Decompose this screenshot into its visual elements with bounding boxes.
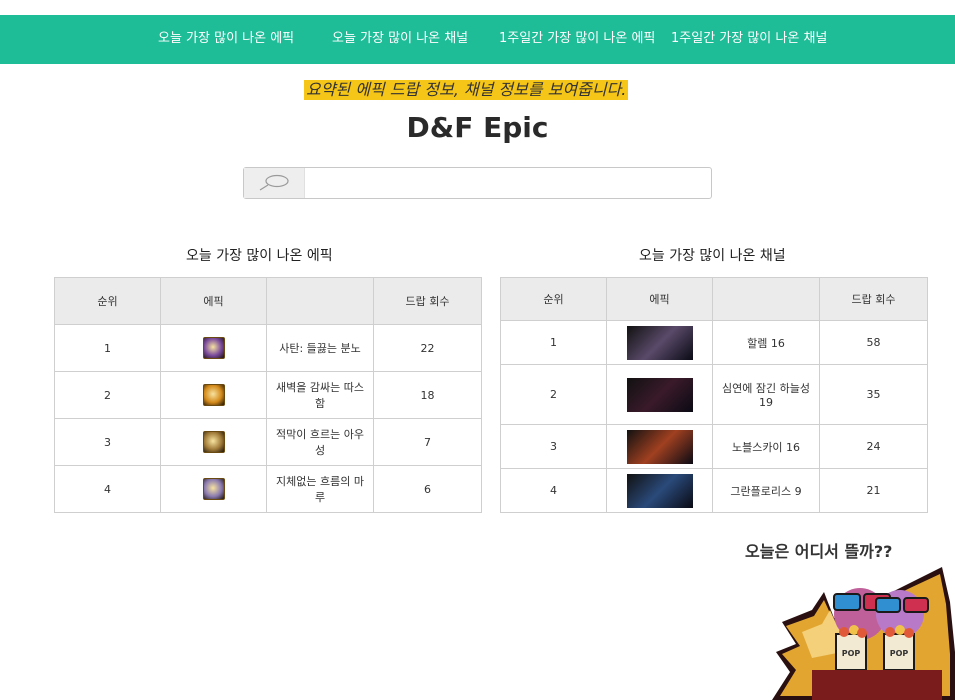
channel-thumbnail <box>626 429 693 464</box>
epic-icon-cell <box>160 418 267 466</box>
epic-item-icon <box>202 478 225 500</box>
rank-cell: 3 <box>500 424 607 469</box>
channel-thumbnail <box>626 473 693 508</box>
table-row[interactable]: 4 지체없는 흐름의 마루 6 <box>54 465 482 513</box>
rank-cell: 1 <box>500 320 607 365</box>
top-navbar: 오늘 가장 많이 나온 에픽 오늘 가장 많이 나온 채널 1주일간 가장 많이… <box>0 15 955 64</box>
channel-thumbnail <box>626 377 693 412</box>
popcorn-label: POP <box>890 649 909 658</box>
search-button[interactable] <box>244 168 305 198</box>
drop-count-cell: 35 <box>819 364 928 425</box>
drop-count-cell: 24 <box>819 424 928 469</box>
channel-name-cell: 할렘 16 <box>712 320 820 365</box>
channel-thumbnail <box>626 325 693 360</box>
epic-icon-cell <box>160 465 267 513</box>
search-bar <box>243 167 712 199</box>
channel-thumb-cell <box>606 468 713 513</box>
epic-name-cell: 사탄: 들끓는 분노 <box>266 324 374 372</box>
channel-name-cell: 노블스카이 16 <box>712 424 820 469</box>
channel-name-cell: 심연에 잠긴 하늘성 19 <box>712 364 820 425</box>
channel-thumb-cell <box>606 364 713 425</box>
drop-count-cell: 7 <box>373 418 482 466</box>
nav-item-week-epic[interactable]: 1주일간 가장 많이 나온 에픽 <box>499 15 655 64</box>
rank-cell: 2 <box>54 371 161 419</box>
rank-cell: 2 <box>500 364 607 425</box>
column-header-drop-count: 드랍 회수 <box>819 277 928 321</box>
today-epic-section-title: 오늘 가장 많이 나온 에픽 <box>186 248 333 264</box>
table-row[interactable]: 4 그란플로리스 9 21 <box>500 468 928 513</box>
table-row[interactable]: 1 할렘 16 58 <box>500 320 928 365</box>
today-channel-table: 순위 에픽 드랍 회수 1 할렘 16 58 2 심연에 잠긴 하늘성 19 3… <box>500 277 928 513</box>
epic-icon-cell <box>160 324 267 372</box>
column-header-name <box>712 277 820 321</box>
today-epic-table: 순위 에픽 드랍 회수 1 사탄: 들끓는 분노 22 2 새벽을 감싸는 따스… <box>54 277 482 513</box>
page-title: D&F Epic <box>406 111 549 144</box>
promo-text: 오늘은 어디서 뜰까?? <box>745 542 893 561</box>
column-header-epic: 에픽 <box>160 277 267 325</box>
rank-cell: 1 <box>54 324 161 372</box>
channel-thumb-cell <box>606 320 713 365</box>
search-input[interactable] <box>306 168 711 198</box>
epic-name-cell: 지체없는 흐름의 마루 <box>266 465 374 513</box>
rank-cell: 4 <box>500 468 607 513</box>
channel-name-cell: 그란플로리스 9 <box>712 468 820 513</box>
today-channel-section-title: 오늘 가장 많이 나온 채널 <box>639 248 786 264</box>
nav-item-today-channel[interactable]: 오늘 가장 많이 나온 채널 <box>332 15 468 64</box>
epic-name-cell: 새벽을 감싸는 따스함 <box>266 371 374 419</box>
epic-item-icon <box>202 337 225 359</box>
column-header-epic: 에픽 <box>606 277 713 321</box>
rank-cell: 3 <box>54 418 161 466</box>
drop-count-cell: 6 <box>373 465 482 513</box>
rank-cell: 4 <box>54 465 161 513</box>
page-subtitle: 요약된 에픽 드랍 정보, 채널 정보를 보여줍니다. <box>304 80 629 100</box>
table-row[interactable]: 3 노블스카이 16 24 <box>500 424 928 469</box>
popcorn-characters-illustration: POP POP <box>772 567 955 700</box>
drop-count-cell: 22 <box>373 324 482 372</box>
table-row[interactable]: 2 심연에 잠긴 하늘성 19 35 <box>500 364 928 425</box>
epic-item-icon <box>202 431 225 453</box>
epic-name-cell: 적막이 흐르는 아우성 <box>266 418 374 466</box>
table-row[interactable]: 3 적막이 흐르는 아우성 7 <box>54 418 482 466</box>
column-header-drop-count: 드랍 회수 <box>373 277 482 325</box>
column-header-name <box>266 277 374 325</box>
table-row[interactable]: 2 새벽을 감싸는 따스함 18 <box>54 371 482 419</box>
drop-count-cell: 18 <box>373 371 482 419</box>
popcorn-label: POP <box>842 649 861 658</box>
channel-thumb-cell <box>606 424 713 469</box>
column-header-rank: 순위 <box>54 277 161 325</box>
drop-count-cell: 58 <box>819 320 928 365</box>
nav-item-week-channel[interactable]: 1주일간 가장 많이 나온 채널 <box>671 15 827 64</box>
column-header-rank: 순위 <box>500 277 607 321</box>
table-row[interactable]: 1 사탄: 들끓는 분노 22 <box>54 324 482 372</box>
nav-item-today-epic[interactable]: 오늘 가장 많이 나온 에픽 <box>158 15 294 64</box>
drop-count-cell: 21 <box>819 468 928 513</box>
epic-icon-cell <box>160 371 267 419</box>
search-icon <box>259 174 289 191</box>
epic-item-icon <box>202 384 225 406</box>
